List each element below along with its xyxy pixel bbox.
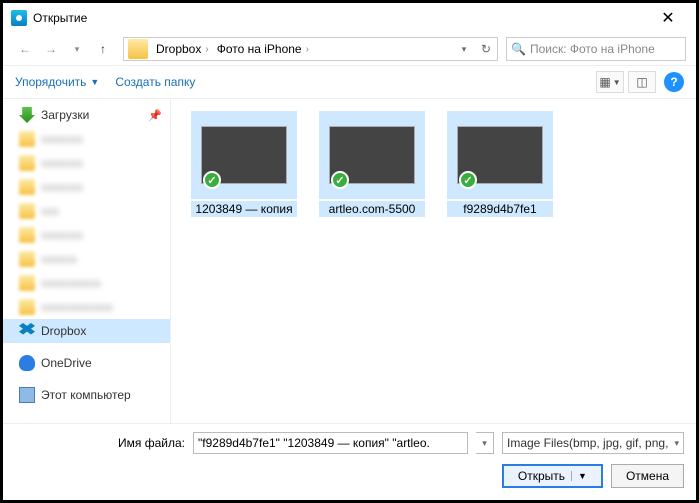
onedrive-icon: [19, 355, 35, 371]
folder-icon: [19, 179, 35, 195]
organize-menu[interactable]: Упорядочить▼: [15, 75, 99, 89]
tree-item[interactable]: xxxxxx: [3, 247, 170, 271]
chevron-down-icon: ▼: [90, 77, 99, 87]
split-dropdown-icon[interactable]: ▼: [571, 471, 587, 481]
file-thumbnail[interactable]: ✓ artleo.com-5500: [319, 111, 425, 217]
folder-icon: [19, 131, 35, 147]
synced-badge-icon: ✓: [203, 171, 221, 189]
titlebar: Открытие ✕: [3, 3, 696, 33]
synced-badge-icon: ✓: [459, 171, 477, 189]
folder-icon: [19, 299, 35, 315]
file-name: artleo.com-5500: [319, 201, 425, 217]
folder-icon: [19, 275, 35, 291]
new-folder-button[interactable]: Создать папку: [115, 75, 195, 89]
chevron-down-icon: ▾: [674, 438, 679, 449]
view-menu[interactable]: ▦▼: [596, 71, 624, 93]
search-input[interactable]: 🔍 Поиск: Фото на iPhone: [506, 37, 686, 61]
refresh-icon[interactable]: ↻: [475, 42, 497, 56]
folder-icon: [19, 251, 35, 267]
folder-icon: [19, 155, 35, 171]
nav-row: ← → ▾ ↑ Dropbox› Фото на iPhone› ▾ ↻ 🔍 П…: [3, 33, 696, 65]
tree-item[interactable]: xxx: [3, 199, 170, 223]
tree-item[interactable]: xxxxxxx: [3, 127, 170, 151]
file-name: f9289d4b7fe1: [447, 201, 553, 217]
open-button[interactable]: Открыть▼: [502, 464, 603, 488]
nav-tree: Загрузки📌 xxxxxxx xxxxxxx xxxxxxx xxx xx…: [3, 99, 171, 423]
chevron-right-icon: ›: [306, 44, 309, 55]
file-thumbnail[interactable]: ✓ 1203849 — копия: [191, 111, 297, 217]
file-name: 1203849 — копия: [191, 201, 297, 217]
breadcrumb: Фото на iPhone›: [213, 38, 313, 60]
file-thumbnail[interactable]: ✓ f9289d4b7fe1: [447, 111, 553, 217]
address-dropdown[interactable]: ▾: [453, 44, 475, 55]
tree-thispc[interactable]: Этот компьютер: [3, 383, 170, 407]
tree-onedrive[interactable]: OneDrive: [3, 351, 170, 375]
dropbox-icon: [19, 323, 35, 339]
filename-label: Имя файла:: [15, 436, 185, 450]
filename-dropdown[interactable]: ▾: [476, 432, 494, 454]
window-title: Открытие: [33, 11, 648, 25]
tree-item[interactable]: xxxxxxx: [3, 223, 170, 247]
synced-badge-icon: ✓: [331, 171, 349, 189]
file-list[interactable]: ✓ 1203849 — копия ✓ artleo.com-5500 ✓ f9…: [171, 99, 696, 423]
preview-pane-button[interactable]: ◫: [628, 71, 656, 93]
close-icon[interactable]: ✕: [648, 8, 688, 28]
tree-downloads[interactable]: Загрузки📌: [3, 103, 170, 127]
cancel-button[interactable]: Отмена: [611, 464, 684, 488]
folder-icon: [19, 203, 35, 219]
tree-dropbox[interactable]: Dropbox: [3, 319, 170, 343]
back-button[interactable]: ←: [13, 37, 37, 61]
app-icon: [11, 10, 27, 26]
filename-input[interactable]: [193, 432, 468, 454]
folder-icon: [128, 39, 148, 59]
folder-icon: [19, 227, 35, 243]
tree-item[interactable]: xxxxxxx: [3, 151, 170, 175]
pin-icon: 📌: [148, 109, 162, 122]
download-icon: [19, 107, 35, 123]
address-bar[interactable]: Dropbox› Фото на iPhone› ▾ ↻: [123, 37, 498, 61]
help-icon[interactable]: ?: [664, 72, 684, 92]
filetype-filter[interactable]: Image Files(bmp, jpg, gif, png,▾: [502, 432, 684, 454]
recent-dropdown[interactable]: ▾: [65, 37, 89, 61]
tree-item[interactable]: xxxxxxx: [3, 175, 170, 199]
forward-button: →: [39, 37, 63, 61]
footer: Имя файла: ▾ Image Files(bmp, jpg, gif, …: [3, 423, 696, 500]
tree-item[interactable]: xxxxxxxxxx: [3, 271, 170, 295]
up-button[interactable]: ↑: [91, 37, 115, 61]
search-icon: 🔍: [511, 42, 526, 56]
toolbar: Упорядочить▼ Создать папку ▦▼ ◫ ?: [3, 65, 696, 99]
chevron-right-icon: ›: [205, 44, 208, 55]
pc-icon: [19, 387, 35, 403]
tree-item[interactable]: xxxxxxxxxxxx: [3, 295, 170, 319]
breadcrumb: Dropbox›: [152, 38, 213, 60]
